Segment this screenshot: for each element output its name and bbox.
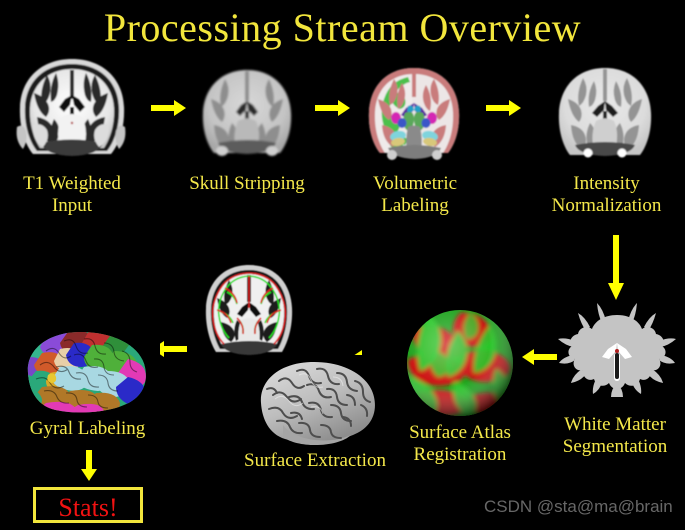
page-title: Processing Stream Overview [103,5,582,50]
arrow-skullstrip-to-volumetric [315,98,351,118]
image-gyral-labeling [12,325,160,420]
image-t1-weighted-input [7,55,137,166]
arrow-gyral-to-stats [79,450,99,482]
image-white-matter-segmentation [556,303,678,406]
label-skull-stripping: Skull Stripping [189,173,305,194]
label-white-matter-segmentation: White Matter Segmentation [562,414,668,457]
arrow-intensity-to-whitematter [606,235,626,301]
image-skull-stripping [192,65,302,163]
watermark-text: CSDN @sta@ma@brain [484,497,673,516]
image-surface-extraction [243,355,388,453]
label-volumetric-labeling: Volumetric Labeling [372,173,458,216]
stats-label: Stats! [58,493,118,522]
label-intensity-normalization: Intensity Normalization [551,173,662,216]
label-t1-weighted-input: T1 Weighted Input [23,173,121,216]
image-surface-contours [197,262,302,362]
processing-stream-diagram: Processing Stream Overview T1 Weighted I… [0,0,685,530]
image-surface-atlas-registration [404,307,517,420]
label-surface-extraction: Surface Extraction [244,450,386,471]
stats-box[interactable]: Stats! [33,487,143,523]
arrow-t1-to-skullstrip [151,98,187,118]
image-volumetric-labeling [358,63,471,164]
label-gyral-labeling: Gyral Labeling [29,418,146,439]
arrow-whitematter-to-atlas [521,347,557,367]
arrow-volumetric-to-intensity [486,98,522,118]
image-intensity-normalization [548,63,663,166]
